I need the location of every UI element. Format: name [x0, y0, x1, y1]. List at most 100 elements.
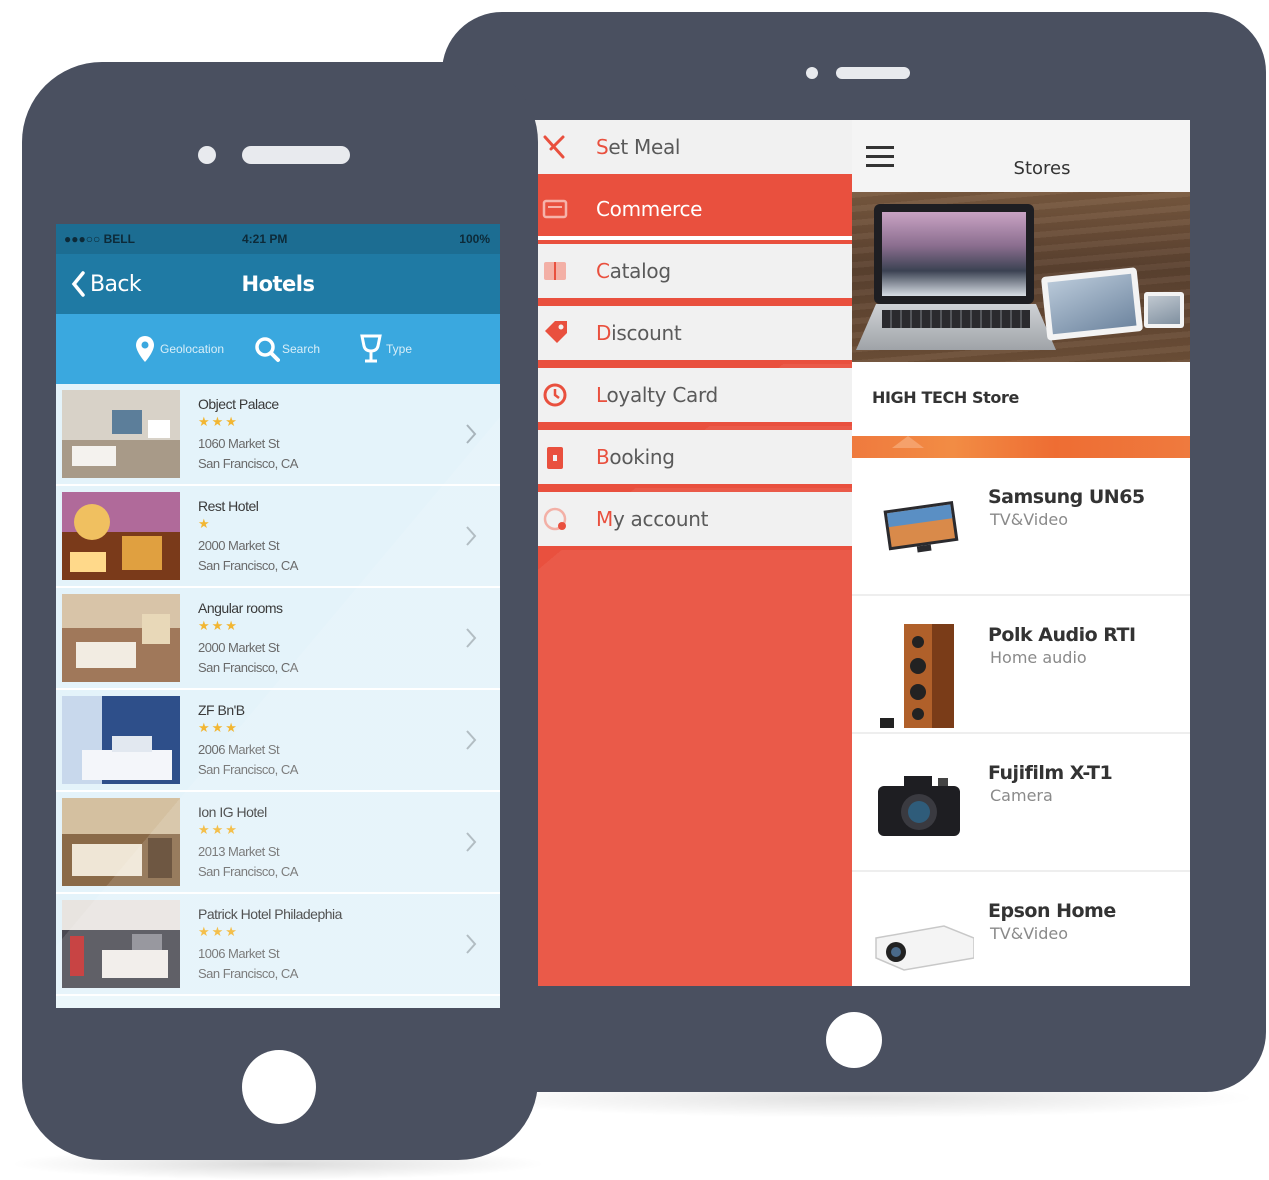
search-button[interactable]: Search [254, 334, 320, 364]
hotel-name: Rest Hotel [198, 498, 259, 514]
hotel-city: San Francisco, CA [198, 864, 298, 879]
hotel-name: Ion IG Hotel [198, 804, 267, 820]
tag-icon [540, 318, 570, 348]
product-item-fujifilm[interactable]: Fujifilm X-T1 Camera [852, 736, 1190, 872]
geolocation-label: Geolocation [160, 342, 225, 356]
user-icon [540, 504, 570, 534]
phone-device: ●●●○○ BELL 4:21 PM 100% Hotels Back Geol… [22, 62, 538, 1160]
hamburger-menu-icon[interactable] [866, 146, 894, 168]
menu-item-label: My account [596, 507, 709, 531]
phone-camera [198, 146, 216, 164]
side-menu: Set Meal Commerce Catalog Discount Loyal… [534, 120, 852, 986]
tablet-image [1040, 267, 1144, 341]
hotel-address: 2000 Market St [198, 538, 280, 553]
menu-item-set-meal[interactable]: Set Meal [534, 120, 852, 178]
hotel-photo [62, 594, 180, 682]
menu-item-commerce[interactable]: Commerce [534, 182, 852, 240]
hotel-stars: ★★★ [198, 720, 239, 735]
menu-item-discount[interactable]: Discount [534, 306, 852, 364]
devices-stage: Set Meal Commerce Catalog Discount Loyal… [0, 0, 1269, 1180]
back-button[interactable]: Back [90, 272, 142, 297]
hotel-name: ZF Bn'B [198, 702, 245, 718]
menu-item-booking[interactable]: Booking [534, 430, 852, 488]
hotel-stars: ★★★ [198, 414, 239, 429]
product-category: TV&Video [990, 510, 1069, 529]
phone-screen: ●●●○○ BELL 4:21 PM 100% Hotels Back Geol… [56, 224, 500, 1008]
carrier-signal: ●●●○○ BELL [64, 232, 135, 246]
chevron-right-icon [466, 526, 477, 546]
search-icon [255, 337, 280, 362]
type-button[interactable]: Type [358, 334, 412, 364]
store-topbar: Stores [852, 120, 1190, 192]
cart-icon [540, 194, 570, 224]
phone-home-button[interactable] [242, 1050, 316, 1124]
tablet-screen: Set Meal Commerce Catalog Discount Loyal… [534, 120, 1190, 986]
hotel-name: Angular rooms [198, 600, 283, 616]
menu-item-loyalty-card[interactable]: Loyalty Card [534, 368, 852, 426]
menu-item-catalog[interactable]: Catalog [534, 244, 852, 302]
speaker-icon [874, 622, 964, 728]
search-label: Search [282, 342, 321, 356]
hotel-name: Patrick Hotel Philadephia [198, 906, 342, 922]
product-name: Epson Home [988, 900, 1116, 922]
store-divider-strip [852, 436, 1190, 458]
hotel-row[interactable]: Patrick Hotel Philadephia ★★★ 1006 Marke… [56, 894, 500, 996]
store-panel: Stores HIGH TECH Store Samsung UN65 TV&V… [852, 120, 1190, 986]
chevron-right-icon [466, 424, 477, 444]
tablet-camera [806, 67, 818, 79]
filter-toolbar: Geolocation Search Type [56, 314, 500, 384]
nav-bar: Hotels Back [56, 254, 500, 314]
product-name: Fujifilm X-T1 [988, 762, 1113, 784]
menu-item-my-account[interactable]: My account [534, 492, 852, 550]
calendar-icon [540, 442, 570, 472]
product-name: Polk Audio RTI [988, 624, 1136, 646]
phone-speaker [242, 146, 350, 164]
hotel-address: 1006 Market St [198, 946, 280, 961]
phone-image [1144, 292, 1184, 328]
hotel-row[interactable]: Ion IG Hotel ★★★ 2013 Market St San Fran… [56, 792, 500, 894]
hotel-stars: ★ [198, 516, 212, 531]
menu-item-label: Set Meal [596, 135, 681, 159]
fork-knife-icon [540, 132, 570, 162]
hotel-photo [62, 492, 180, 580]
laptop-image [874, 204, 1034, 304]
hotel-photo [62, 798, 180, 886]
book-icon [540, 256, 570, 286]
hotel-city: San Francisco, CA [198, 660, 298, 675]
geolocation-button[interactable]: Geolocation [132, 334, 224, 364]
status-bar: ●●●○○ BELL 4:21 PM 100% [56, 224, 500, 254]
hotel-row[interactable]: Object Palace ★★★ 1060 Market St San Fra… [56, 384, 500, 486]
product-item-polk-audio[interactable]: Polk Audio RTI Home audio [852, 598, 1190, 734]
product-item-samsung[interactable]: Samsung UN65 TV&Video [852, 460, 1190, 596]
hotel-row[interactable]: ZF Bn'B ★★★ 2006 Market St San Francisco… [56, 690, 500, 792]
chevron-right-icon [466, 934, 477, 954]
hotel-name: Object Palace [198, 396, 279, 412]
product-item-epson[interactable]: Epson Home TV&Video [852, 874, 1190, 986]
chevron-right-icon [466, 832, 477, 852]
map-pin-icon [136, 336, 154, 362]
hotel-row[interactable]: Rest Hotel ★ 2000 Market St San Francisc… [56, 486, 500, 588]
hotel-address: 1060 Market St [198, 436, 280, 451]
hotel-stars: ★★★ [198, 924, 239, 939]
store-banner-image [852, 192, 1190, 362]
menu-item-label: Discount [596, 321, 682, 345]
hotel-photo [62, 390, 180, 478]
hotel-address: 2006 Market St [198, 742, 280, 757]
tablet-device: Set Meal Commerce Catalog Discount Loyal… [442, 12, 1266, 1092]
product-category: Home audio [990, 648, 1087, 667]
hotel-row[interactable]: Angular rooms ★★★ 2000 Market St San Fra… [56, 588, 500, 690]
hotel-city: San Francisco, CA [198, 558, 298, 573]
chevron-right-icon [466, 730, 477, 750]
tv-icon [874, 484, 964, 568]
camera-icon [874, 760, 964, 844]
wine-glass-icon [360, 334, 382, 363]
store-name-bar: HIGH TECH Store [852, 362, 1190, 424]
status-time: 4:21 PM [242, 232, 288, 246]
hotel-city: San Francisco, CA [198, 762, 298, 777]
store-title: Stores [1013, 158, 1071, 179]
tablet-home-button[interactable] [826, 1012, 882, 1068]
battery-level: 100% [459, 232, 490, 246]
store-name: HIGH TECH Store [872, 388, 1019, 407]
type-label: Type [386, 342, 413, 356]
hotel-stars: ★★★ [198, 822, 239, 837]
